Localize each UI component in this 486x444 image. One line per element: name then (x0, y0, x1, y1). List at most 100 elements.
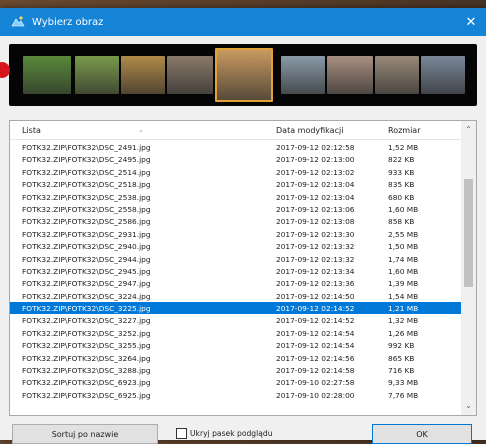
file-list[interactable]: ⌄ Lista Data modyfikacji Rozmiar FOTK32.… (9, 120, 477, 416)
list-row[interactable]: FOTK32.ZIP\FOTK32\DSC_2558.jpg 2017-09-12… (10, 203, 462, 215)
size-cell: 1,52 MB (388, 143, 419, 152)
date-cell: 2017-09-12 02:12:58 (276, 143, 355, 152)
date-cell: 2017-09-10 02:27:58 (276, 378, 355, 388)
date-cell: 2017-09-12 02:13:36 (276, 279, 355, 289)
thumbnail[interactable] (121, 56, 165, 94)
list-row[interactable]: FOTK32.ZIP\FOTK32\DSC_6925.jpg 2017-09-10… (10, 389, 462, 401)
thumbnail[interactable] (327, 56, 373, 94)
date-cell: 2017-09-12 02:13:32 (276, 242, 355, 252)
date-cell: 2017-09-12 02:13:04 (276, 192, 355, 202)
hide-preview-checkbox[interactable]: Ukryj pasek podglądu (176, 428, 273, 439)
list-row[interactable]: FOTK32.ZIP\FOTK32\DSC_2940.jpg 2017-09-12… (10, 240, 462, 252)
list-row[interactable]: FOTK32.ZIP\FOTK32\DSC_2947.jpg 2017-09-12… (10, 277, 462, 289)
file-name-cell: FOTK32.ZIP\FOTK32\DSC_2947.jpg (22, 279, 151, 289)
file-name-cell: FOTK32.ZIP\FOTK32\DSC_2538.jpg (22, 192, 151, 202)
size-cell: 680 KB (388, 192, 415, 202)
file-name-cell: FOTK32.ZIP\FOTK32\DSC_3227.jpg (22, 316, 151, 326)
date-cell: 2017-09-12 02:14:54 (276, 328, 355, 338)
checkbox-box[interactable] (176, 428, 187, 439)
date-cell: 2017-09-12 02:14:54 (276, 341, 355, 351)
choose-image-dialog: Wybierz obraz ✕ ⌄ Lista Data modyfikacji… (0, 8, 486, 444)
size-cell: 1,60 MB (388, 266, 419, 276)
file-name-cell: FOTK32.ZIP\FOTK32\DSC_3252.jpg (22, 328, 151, 338)
size-cell: 716 KB (388, 366, 415, 376)
date-cell: 2017-09-12 02:14:50 (276, 291, 355, 301)
size-cell: 1,74 MB (388, 254, 419, 264)
file-name-cell: FOTK32.ZIP\FOTK32\DSC_2945.jpg (22, 266, 151, 276)
file-name-cell: FOTK32.ZIP\FOTK32\DSC_6923.jpg (22, 378, 151, 388)
thumbnail[interactable] (167, 56, 213, 94)
dialog-title: Wybierz obraz (32, 16, 104, 28)
size-cell: 1,26 MB (388, 328, 419, 338)
title-bar: Wybierz obraz ✕ (0, 8, 486, 36)
date-cell: 2017-09-12 02:13:32 (276, 254, 355, 264)
file-name-cell: FOTK32.ZIP\FOTK32\DSC_2940.jpg (22, 242, 151, 252)
date-cell: 2017-09-12 02:13:30 (276, 229, 355, 239)
list-row[interactable]: FOTK32.ZIP\FOTK32\DSC_3224.jpg 2017-09-12… (10, 290, 462, 302)
preview-filmstrip[interactable] (9, 44, 477, 106)
file-name-cell: FOTK32.ZIP\FOTK32\DSC_6925.jpg (22, 390, 151, 400)
list-row[interactable]: FOTK32.ZIP\FOTK32\DSC_3264.jpg 2017-09-12… (10, 352, 462, 364)
thumbnail-selected[interactable] (215, 48, 273, 102)
list-row[interactable]: FOTK32.ZIP\FOTK32\DSC_2538.jpg 2017-09-12… (10, 191, 462, 203)
column-header-date[interactable]: Data modyfikacji (276, 126, 343, 135)
list-row[interactable]: FOTK32.ZIP\FOTK32\DSC_2944.jpg 2017-09-12… (10, 253, 462, 265)
scroll-up-icon[interactable]: ⌃ (461, 123, 476, 137)
date-cell: 2017-09-12 02:13:34 (276, 266, 355, 276)
list-row[interactable]: FOTK32.ZIP\FOTK32\DSC_2495.jpg 2017-09-12… (10, 153, 462, 165)
file-name-cell: FOTK32.ZIP\FOTK32\DSC_2586.jpg (22, 217, 151, 227)
date-cell: 2017-09-12 02:13:04 (276, 180, 355, 190)
size-cell: 2,55 MB (388, 229, 419, 239)
list-row[interactable]: FOTK32.ZIP\FOTK32\DSC_6923.jpg 2017-09-10… (10, 376, 462, 388)
size-cell: 1,54 MB (388, 291, 419, 301)
size-cell: 933 KB (388, 167, 415, 177)
list-header: ⌄ Lista Data modyfikacji Rozmiar (10, 121, 462, 140)
list-row[interactable]: FOTK32.ZIP\FOTK32\DSC_3255.jpg 2017-09-12… (10, 339, 462, 351)
thumbnail[interactable] (75, 56, 119, 94)
list-row[interactable]: FOTK32.ZIP\FOTK32\DSC_3252.jpg 2017-09-12… (10, 327, 462, 339)
list-row[interactable]: FOTK32.ZIP\FOTK32\DSC_2518.jpg 2017-09-12… (10, 178, 462, 190)
list-row[interactable]: FOTK32.ZIP\FOTK32\DSC_3225.jpg 2017-09-12… (10, 302, 462, 315)
file-name-cell: FOTK32.ZIP\FOTK32\DSC_2495.jpg (22, 155, 151, 165)
file-name-cell: FOTK32.ZIP\FOTK32\DSC_2491.jpg (22, 143, 151, 152)
ok-button[interactable]: OK (372, 424, 472, 444)
file-name-cell: FOTK32.ZIP\FOTK32\DSC_3224.jpg (22, 291, 151, 301)
size-cell: 1,60 MB (388, 204, 419, 214)
date-cell: 2017-09-12 02:14:52 (276, 304, 355, 314)
column-header-size[interactable]: Rozmiar (388, 126, 421, 135)
vertical-scrollbar[interactable]: ⌃ ⌄ (461, 121, 476, 415)
size-cell: 1,32 MB (388, 316, 419, 326)
file-name-cell: FOTK32.ZIP\FOTK32\DSC_2518.jpg (22, 180, 151, 190)
sort-by-name-button[interactable]: Sortuj po nazwie (12, 424, 158, 444)
date-cell: 2017-09-12 02:14:58 (276, 366, 355, 376)
size-cell: 7,76 MB (388, 390, 419, 400)
scrollbar-thumb[interactable] (464, 179, 473, 287)
list-row[interactable]: FOTK32.ZIP\FOTK32\DSC_2586.jpg 2017-09-12… (10, 215, 462, 227)
size-cell: 1,39 MB (388, 279, 419, 289)
scroll-down-icon[interactable]: ⌄ (461, 399, 476, 413)
date-cell: 2017-09-12 02:13:08 (276, 217, 355, 227)
list-row[interactable]: FOTK32.ZIP\FOTK32\DSC_2931.jpg 2017-09-12… (10, 228, 462, 240)
sort-caret-icon: ⌄ (138, 126, 144, 134)
thumbnail[interactable] (421, 56, 465, 94)
thumbnail[interactable] (281, 56, 325, 94)
date-cell: 2017-09-12 02:13:06 (276, 204, 355, 214)
list-row[interactable]: FOTK32.ZIP\FOTK32\DSC_2514.jpg 2017-09-12… (10, 166, 462, 178)
file-name-cell: FOTK32.ZIP\FOTK32\DSC_3255.jpg (22, 341, 151, 351)
date-cell: 2017-09-10 02:28:00 (276, 390, 355, 400)
list-rows: FOTK32.ZIP\FOTK32\DSC_2491.jpg 2017-09-12… (10, 141, 462, 401)
list-row[interactable]: FOTK32.ZIP\FOTK32\DSC_2491.jpg 2017-09-12… (10, 141, 462, 153)
list-row[interactable]: FOTK32.ZIP\FOTK32\DSC_3288.jpg 2017-09-12… (10, 364, 462, 376)
file-name-cell: FOTK32.ZIP\FOTK32\DSC_3225.jpg (22, 304, 151, 314)
size-cell: 1,50 MB (388, 242, 419, 252)
column-header-name[interactable]: Lista (22, 126, 41, 135)
close-icon[interactable]: ✕ (456, 8, 486, 36)
thumbnail[interactable] (23, 56, 71, 94)
file-name-cell: FOTK32.ZIP\FOTK32\DSC_2944.jpg (22, 254, 151, 264)
size-cell: 992 KB (388, 341, 415, 351)
list-row[interactable]: FOTK32.ZIP\FOTK32\DSC_3227.jpg 2017-09-12… (10, 314, 462, 326)
date-cell: 2017-09-12 02:14:56 (276, 353, 355, 363)
size-cell: 1,21 MB (388, 304, 419, 314)
thumbnail[interactable] (375, 56, 419, 94)
list-row[interactable]: FOTK32.ZIP\FOTK32\DSC_2945.jpg 2017-09-12… (10, 265, 462, 277)
